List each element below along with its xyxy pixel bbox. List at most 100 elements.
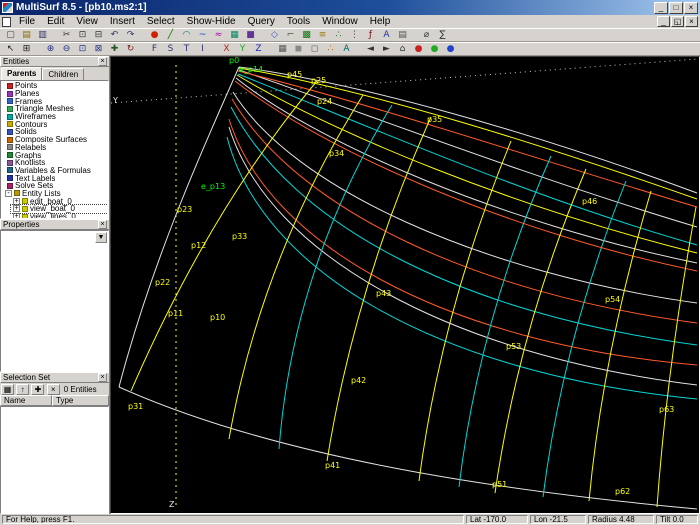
- maximize-button[interactable]: □: [669, 1, 683, 14]
- cut-button[interactable]: ✂: [59, 29, 74, 42]
- separator[interactable]: [139, 43, 146, 56]
- menu-edit[interactable]: Edit: [41, 15, 70, 28]
- point-label[interactable]: p42: [351, 377, 366, 385]
- insert-entity-list-button[interactable]: ▤: [395, 29, 410, 42]
- insert-line-button[interactable]: ╱: [163, 29, 178, 42]
- view-iso-button[interactable]: I: [195, 43, 210, 56]
- point-label[interactable]: p10: [210, 314, 225, 322]
- point-label[interactable]: p43: [376, 290, 391, 298]
- tab-parents[interactable]: Parents: [1, 67, 43, 80]
- point-label[interactable]: p63: [659, 406, 674, 414]
- pan-button[interactable]: ✚: [107, 43, 122, 56]
- zoom-in-button[interactable]: ⊕: [43, 43, 58, 56]
- column-header-name[interactable]: Name: [0, 395, 52, 406]
- insert-arc-button[interactable]: ◠: [179, 29, 194, 42]
- insert-point-button[interactable]: ●: [147, 29, 162, 42]
- menu-help[interactable]: Help: [364, 15, 397, 28]
- properties-filter-button[interactable]: ▼: [95, 232, 107, 243]
- separator[interactable]: [35, 43, 42, 56]
- zoom-fit-button[interactable]: ⊠: [91, 43, 106, 56]
- display-wireframe-button[interactable]: ▦: [275, 43, 290, 56]
- select-window-button[interactable]: ⊞: [19, 43, 34, 56]
- open-file-button[interactable]: ▤: [19, 29, 34, 42]
- measure-button[interactable]: ⌀: [419, 29, 434, 42]
- child-minimize-button[interactable]: _: [657, 16, 670, 27]
- insert-frame-button[interactable]: ⌐: [283, 29, 298, 42]
- insert-mesh-button[interactable]: ▩: [299, 29, 314, 42]
- insert-solid-button[interactable]: ■: [243, 29, 258, 42]
- selection-close-button[interactable]: ×: [98, 373, 107, 382]
- point-label[interactable]: p33: [232, 233, 247, 241]
- paste-button[interactable]: ⊟: [91, 29, 106, 42]
- point-label[interactable]: p35: [427, 116, 442, 124]
- point-label[interactable]: p54: [605, 296, 620, 304]
- menu-show-hide[interactable]: Show-Hide: [181, 15, 242, 28]
- separator[interactable]: [267, 43, 274, 56]
- show-points-button[interactable]: ∴: [323, 43, 338, 56]
- point-label[interactable]: p45: [287, 71, 302, 79]
- zoom-out-button[interactable]: ⊖: [59, 43, 74, 56]
- point-label[interactable]: p23: [177, 206, 192, 214]
- insert-knotlist-button[interactable]: ⋮: [347, 29, 362, 42]
- point-label[interactable]: p25: [311, 77, 326, 85]
- separator[interactable]: [411, 29, 418, 42]
- selection-delete-button[interactable]: ×: [46, 383, 60, 395]
- point-label[interactable]: p53: [506, 343, 521, 351]
- axis-y-button[interactable]: Y: [235, 43, 250, 56]
- menu-window[interactable]: Window: [316, 15, 364, 28]
- tree-expander-icon[interactable]: -: [5, 189, 12, 197]
- view-side-button[interactable]: S: [163, 43, 178, 56]
- save-file-button[interactable]: ▥: [35, 29, 50, 42]
- green-marker-button[interactable]: ●: [427, 43, 442, 56]
- point-label[interactable]: p51: [492, 481, 507, 489]
- point-label[interactable]: p34: [329, 150, 344, 158]
- insert-graph-button[interactable]: ∴: [331, 29, 346, 42]
- tab-children[interactable]: Children: [42, 68, 85, 80]
- separator[interactable]: [51, 29, 58, 42]
- menu-tools[interactable]: Tools: [281, 15, 316, 28]
- red-marker-button[interactable]: ●: [411, 43, 426, 56]
- insert-contour-button[interactable]: ≡: [315, 29, 330, 42]
- selection-add-button[interactable]: ✚: [31, 383, 45, 395]
- new-file-button[interactable]: ▢: [3, 29, 18, 42]
- next-view-button[interactable]: ►: [379, 43, 394, 56]
- rotate-view-button[interactable]: ↻: [123, 43, 138, 56]
- point-label[interactable]: p11: [168, 310, 183, 318]
- redo-button[interactable]: ↷: [123, 29, 138, 42]
- calculator-button[interactable]: ∑: [435, 29, 450, 42]
- zoom-window-button[interactable]: ⊡: [75, 43, 90, 56]
- point-label[interactable]: e_p13: [201, 183, 225, 191]
- separator[interactable]: [259, 29, 266, 42]
- menu-view[interactable]: View: [70, 15, 104, 28]
- blue-marker-button[interactable]: ●: [443, 43, 458, 56]
- point-label[interactable]: p41: [325, 462, 340, 470]
- minimize-button[interactable]: _: [654, 1, 668, 14]
- menu-query[interactable]: Query: [242, 15, 281, 28]
- entities-close-button[interactable]: ×: [98, 57, 107, 66]
- separator[interactable]: [211, 43, 218, 56]
- properties-close-button[interactable]: ×: [98, 220, 107, 229]
- prev-view-button[interactable]: ◄: [363, 43, 378, 56]
- axis-z-button[interactable]: Z: [251, 43, 266, 56]
- separator[interactable]: [355, 43, 362, 56]
- selection-list[interactable]: [0, 406, 109, 514]
- tree-expander-icon[interactable]: +: [13, 205, 20, 213]
- insert-snake-button[interactable]: ≈: [211, 29, 226, 42]
- viewport-3d[interactable]: p0 e_p14 p45 p25 p24 p35 p34 p46 e_p13 p…: [110, 56, 700, 514]
- document-icon[interactable]: [2, 16, 11, 27]
- undo-button[interactable]: ↶: [107, 29, 122, 42]
- view-front-button[interactable]: F: [147, 43, 162, 56]
- point-label[interactable]: p62: [615, 488, 630, 496]
- close-button[interactable]: ×: [684, 1, 698, 14]
- display-shaded-button[interactable]: ◼: [291, 43, 306, 56]
- point-label[interactable]: p31: [128, 403, 143, 411]
- insert-curve-button[interactable]: ~: [195, 29, 210, 42]
- tree-expander-icon[interactable]: +: [13, 197, 20, 205]
- home-view-button[interactable]: ⌂: [395, 43, 410, 56]
- selection-grid-button[interactable]: ▦: [1, 383, 14, 395]
- child-restore-button[interactable]: ◱: [671, 16, 684, 27]
- point-label[interactable]: p22: [155, 279, 170, 287]
- menu-file[interactable]: File: [13, 15, 41, 28]
- point-label[interactable]: p24: [317, 98, 332, 106]
- point-label[interactable]: e_p14: [239, 66, 263, 74]
